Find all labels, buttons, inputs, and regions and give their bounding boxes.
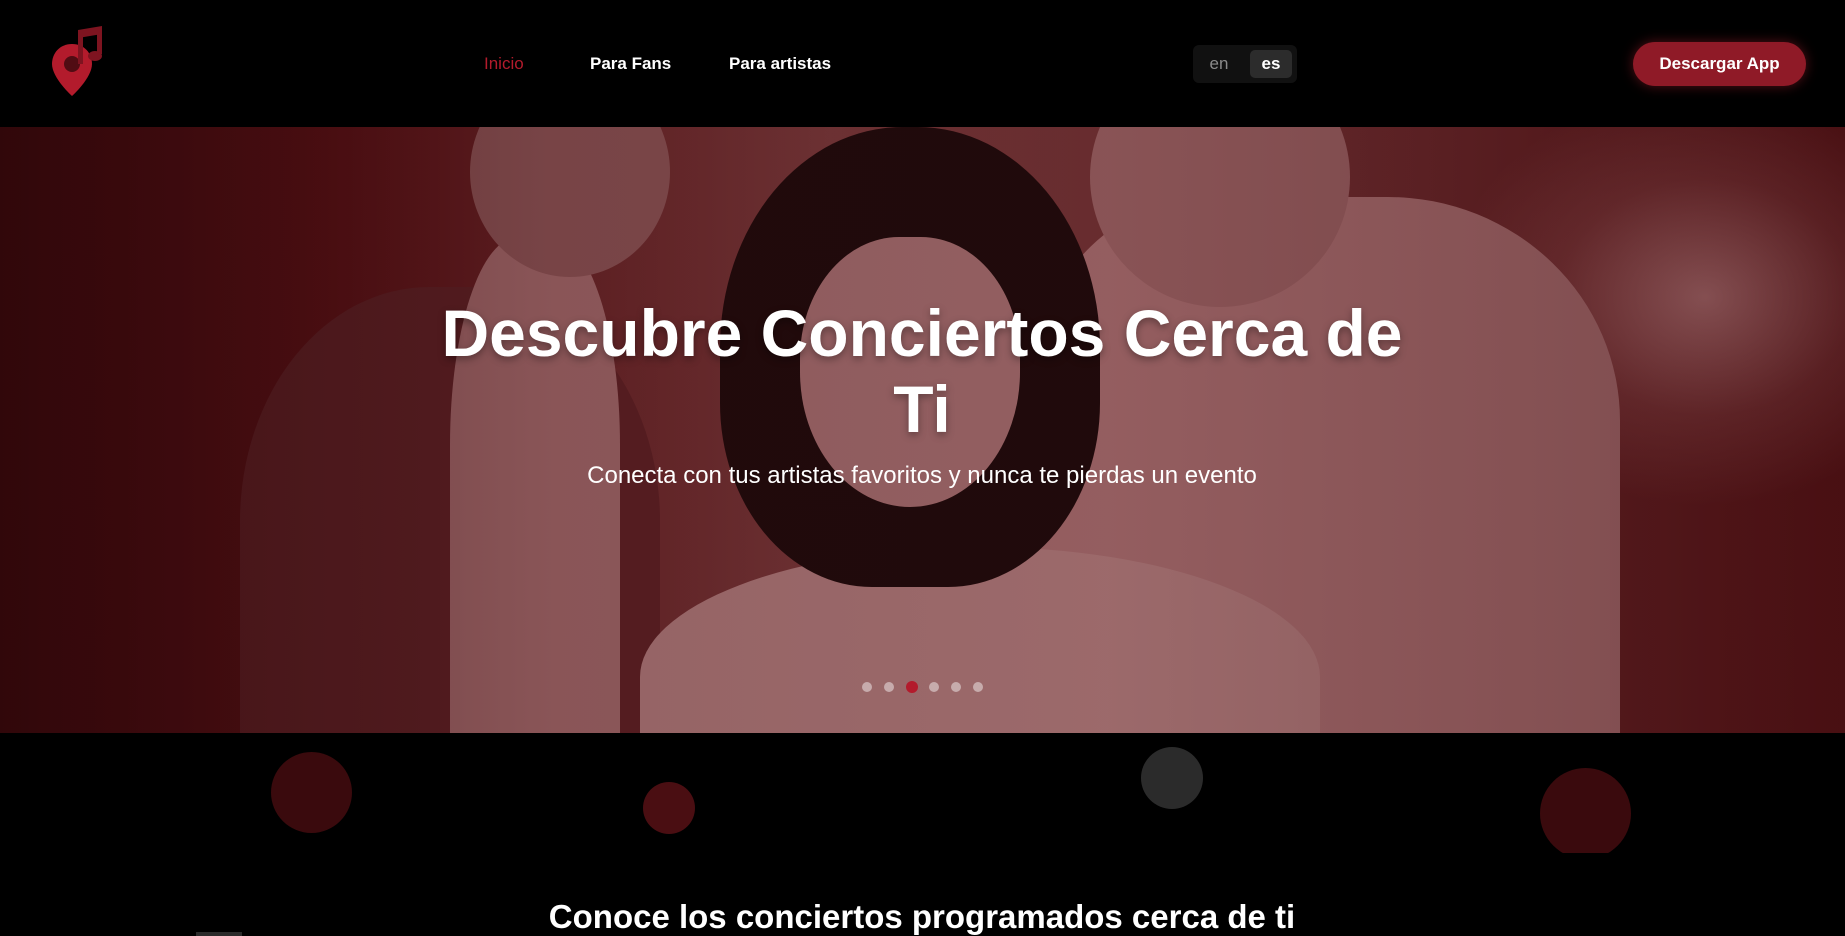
hero-subtitle: Conecta con tus artistas favoritos y nun… (587, 462, 1257, 489)
carousel-dot[interactable] (973, 682, 983, 692)
hero-title: Descubre Conciertos Cerca de Ti (441, 296, 1403, 446)
decorative-bubble (643, 782, 695, 834)
decorative-bubble (1540, 768, 1631, 853)
carousel-dots (862, 680, 992, 694)
site-header: Inicio Para Fans Para artistas en es Des… (0, 0, 1845, 127)
scroll-indicator (196, 932, 242, 936)
nav-inicio[interactable]: Inicio (484, 54, 524, 74)
language-switcher: en es (1193, 45, 1297, 83)
decorative-bubble (271, 752, 352, 833)
carousel-dot[interactable] (884, 682, 894, 692)
concerts-section-title: Conoce los conciertos programados cerca … (548, 898, 1296, 935)
carousel-dot[interactable] (951, 682, 961, 692)
page: Inicio Para Fans Para artistas en es Des… (0, 0, 1845, 936)
carousel-dot[interactable] (862, 682, 872, 692)
nav-para-fans[interactable]: Para Fans (590, 54, 671, 74)
download-app-button[interactable]: Descargar App (1633, 42, 1806, 86)
nav-para-artistas[interactable]: Para artistas (729, 54, 831, 74)
lang-es-button[interactable]: es (1250, 50, 1292, 78)
decorative-bubble (1141, 747, 1203, 809)
carousel-dot-active[interactable] (906, 681, 918, 693)
lang-en-button[interactable]: en (1198, 50, 1240, 78)
carousel-dot[interactable] (929, 682, 939, 692)
main-nav: Inicio Para Fans Para artistas (0, 54, 1845, 74)
hero-carousel: Descubre Conciertos Cerca de Ti Conecta … (0, 127, 1845, 733)
